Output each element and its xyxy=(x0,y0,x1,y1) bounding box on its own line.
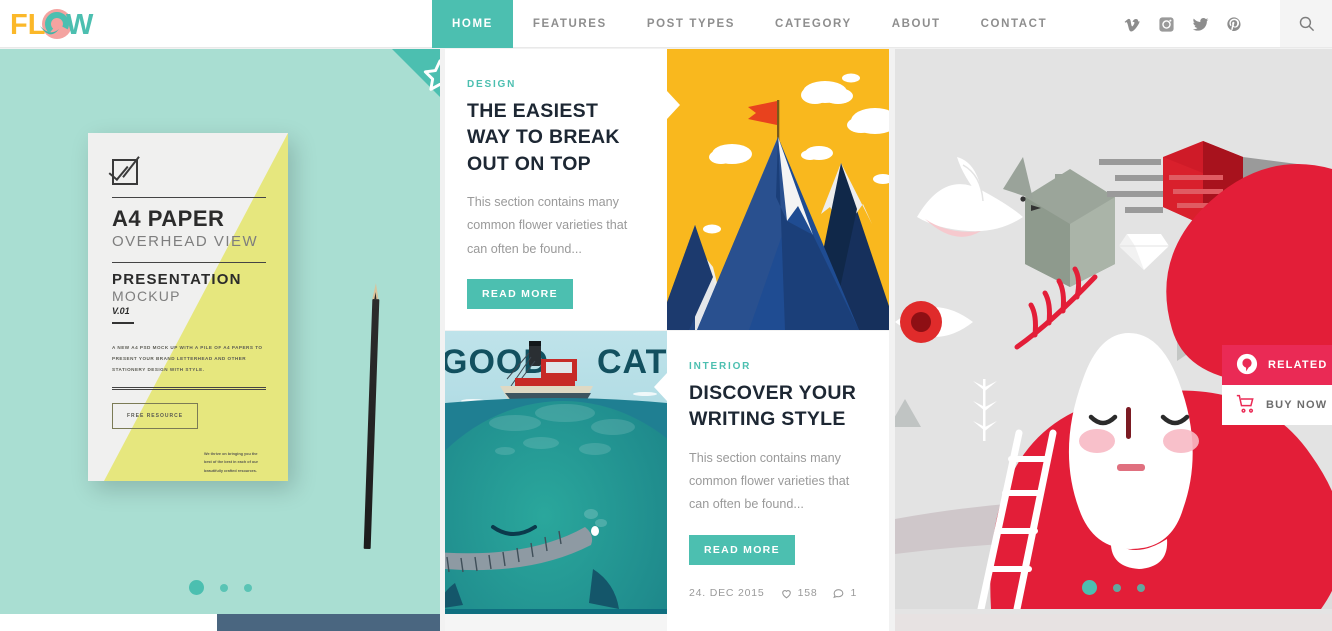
next-tile-5[interactable] xyxy=(895,614,1332,631)
comment-icon xyxy=(832,587,845,600)
poster-title: A4 PAPER xyxy=(112,206,225,231)
poster-line4: MOCKUP xyxy=(112,288,181,304)
poster-free-badge: FREE RESOURCE xyxy=(112,403,198,430)
post-title[interactable]: DISCOVER YOUR WRITING STYLE xyxy=(689,380,867,433)
site-header: FL W HOME FEATURES POST TYPES CATEGORY A… xyxy=(0,0,1332,48)
whale-boat-illustration: GOOD CATCH xyxy=(445,331,667,609)
post-excerpt: This section contains many common flower… xyxy=(467,194,628,256)
nav-item-features[interactable]: FEATURES xyxy=(513,0,627,48)
next-tile-4[interactable] xyxy=(667,614,889,631)
star-icon xyxy=(423,59,440,91)
slider-dot-3[interactable] xyxy=(1137,583,1145,592)
slider-dot-2[interactable] xyxy=(219,583,228,592)
slider-dot-1[interactable] xyxy=(188,580,204,595)
nav-item-post-types[interactable]: POST TYPES xyxy=(627,0,755,48)
slider-dot-1[interactable] xyxy=(1082,580,1097,595)
nav-item-contact[interactable]: CONTACT xyxy=(961,0,1068,48)
related-label: RELATED xyxy=(1268,359,1328,371)
featured-corner-ribbon xyxy=(392,49,440,97)
like-count: 158 xyxy=(797,587,818,600)
read-more-button[interactable]: READ MORE xyxy=(467,278,573,309)
instagram-icon[interactable] xyxy=(1154,12,1178,36)
poster-version: V.01 xyxy=(112,306,130,316)
heart-icon xyxy=(780,587,793,600)
next-row-preview xyxy=(0,614,1332,631)
checkbox-icon xyxy=(112,156,140,185)
mountain-peak-flag-illustration xyxy=(667,49,889,330)
red-haired-girl-illustration xyxy=(895,49,1332,609)
featured-slider-dots xyxy=(0,580,440,595)
svg-text:W: W xyxy=(66,9,94,41)
poster-divider-2 xyxy=(112,262,266,263)
site-logo[interactable]: FL W xyxy=(10,6,110,42)
related-button[interactable]: RELATED xyxy=(1222,345,1332,385)
nav-item-category[interactable]: CATEGORY xyxy=(755,0,872,48)
post-category[interactable]: DESIGN xyxy=(467,79,645,90)
tile-notch-right xyxy=(654,373,667,401)
next-tile-3[interactable] xyxy=(445,614,667,631)
whale-illustration-tile[interactable]: GOOD CATCH xyxy=(445,331,667,609)
slider-dot-2[interactable] xyxy=(1113,583,1121,592)
vimeo-icon[interactable] xyxy=(1120,12,1144,36)
buy-now-button[interactable]: BUY NOW xyxy=(1222,385,1332,425)
read-more-button[interactable]: READ MORE xyxy=(689,534,795,565)
slider-dot-3[interactable] xyxy=(243,583,252,592)
search-icon[interactable] xyxy=(1280,0,1332,47)
twitter-icon[interactable] xyxy=(1188,12,1212,36)
poster-side-note: We thrive on bringing you the best of th… xyxy=(204,452,259,473)
poster-divider-3 xyxy=(112,387,266,391)
girl-slider-dots xyxy=(895,580,1332,595)
post-category[interactable]: INTERIOR xyxy=(689,361,867,372)
a4-poster-mockup: A4 PAPER OVERHEAD VIEW PRESENTATION MOCK… xyxy=(88,133,288,481)
nav-item-about[interactable]: ABOUT xyxy=(872,0,961,48)
post-card-interior[interactable]: INTERIOR DISCOVER YOUR WRITING STYLE Thi… xyxy=(667,331,889,609)
shopping-cart-icon xyxy=(1236,394,1256,417)
poster-dash xyxy=(112,322,134,324)
poster-line3: PRESENTATION xyxy=(112,271,242,288)
post-excerpt: This section contains many common flower… xyxy=(689,450,850,512)
pinterest-icon[interactable] xyxy=(1222,12,1246,36)
post-meta: 24. DEC 2015 158 1 xyxy=(689,587,867,600)
buy-now-label: BUY NOW xyxy=(1266,399,1328,411)
nav-item-home[interactable]: HOME xyxy=(432,0,513,48)
post-title[interactable]: THE EASIEST WAY TO BREAK OUT ON TOP xyxy=(467,98,645,177)
poster-subtitle: OVERHEAD VIEW xyxy=(112,233,259,250)
mountain-illustration-tile[interactable] xyxy=(667,49,889,330)
next-tile-2[interactable] xyxy=(217,614,440,631)
comment-count: 1 xyxy=(850,587,858,600)
post-card-design[interactable]: DESIGN THE EASIEST WAY TO BREAK OUT ON T… xyxy=(445,49,667,330)
poster-divider-1 xyxy=(112,197,266,198)
tile-notch-left xyxy=(667,91,680,119)
speech-bubble-icon xyxy=(1236,353,1258,378)
featured-slider-tile[interactable]: A4 PAPER OVERHEAD VIEW PRESENTATION MOCK… xyxy=(0,49,440,609)
pencil-prop xyxy=(363,298,380,550)
main-navigation: HOME FEATURES POST TYPES CATEGORY ABOUT … xyxy=(432,0,1067,48)
post-date: 24. DEC 2015 xyxy=(689,587,765,600)
poster-body-text: A NEW A4 PSD MOCK UP WITH A PILE OF A4 P… xyxy=(112,345,263,373)
side-action-buttons: RELATED BUY NOW xyxy=(1222,345,1332,425)
girl-illustration-tile[interactable]: RELATED BUY NOW xyxy=(895,49,1332,609)
post-comments[interactable]: 1 xyxy=(832,587,857,600)
post-likes[interactable]: 158 xyxy=(780,587,818,600)
svg-text:FL: FL xyxy=(10,9,45,41)
content-grid: A4 PAPER OVERHEAD VIEW PRESENTATION MOCK… xyxy=(0,49,1332,631)
social-links xyxy=(1120,0,1246,48)
